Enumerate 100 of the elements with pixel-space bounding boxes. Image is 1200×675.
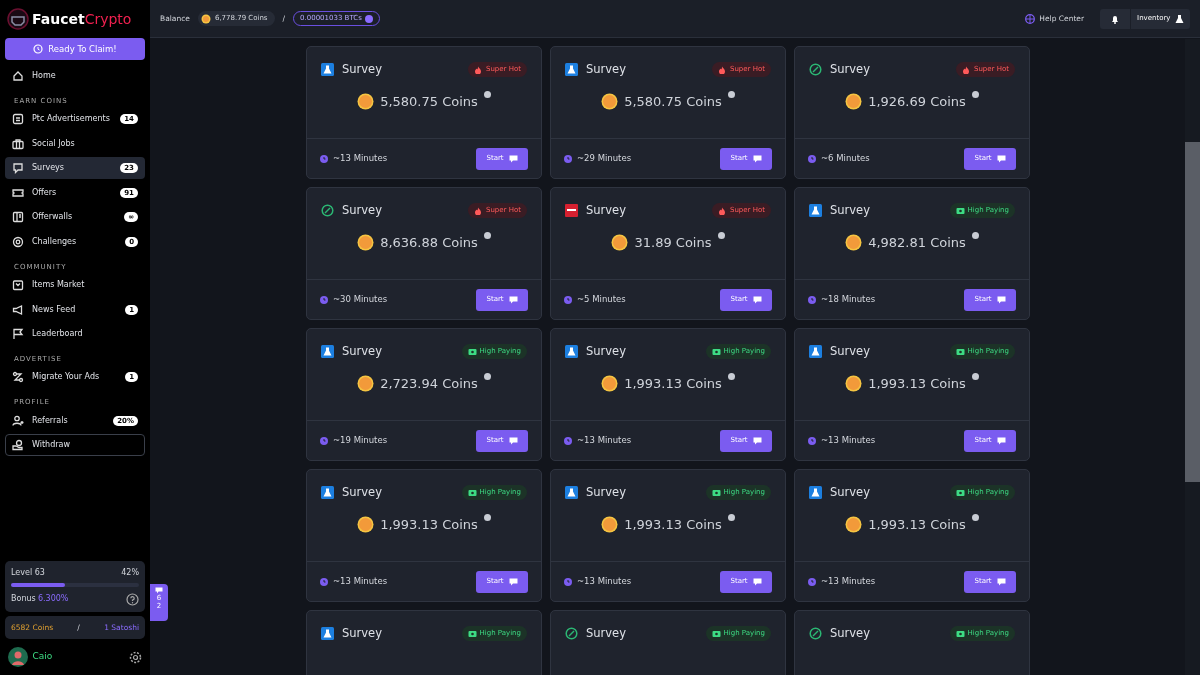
flask-icon xyxy=(565,486,578,499)
duration-text: ~13 Minutes xyxy=(577,575,632,588)
coin-icon xyxy=(601,516,619,533)
flask-icon xyxy=(321,627,334,640)
survey-title: Survey xyxy=(342,483,382,501)
flask-icon xyxy=(321,63,334,76)
duration-text: ~30 Minutes xyxy=(333,293,388,306)
survey-title: Survey xyxy=(586,624,626,642)
survey-title: Survey xyxy=(830,342,870,360)
level-label: Level 63 xyxy=(11,566,45,579)
sidebar-item[interactable]: Items Market xyxy=(5,274,145,297)
circle-slash-icon xyxy=(565,627,578,640)
claim-button[interactable]: Ready To Claim! xyxy=(5,38,145,60)
chat-icon xyxy=(508,295,518,304)
banknote-icon xyxy=(955,629,965,638)
chat-icon xyxy=(508,436,518,445)
survey-title: Survey xyxy=(342,201,382,219)
flame-icon xyxy=(717,206,727,215)
coin-icon xyxy=(845,516,863,533)
banknote-icon xyxy=(467,488,477,497)
banknote-icon xyxy=(467,347,477,356)
ticket-icon xyxy=(12,186,24,199)
chat-icon xyxy=(508,577,518,586)
duration-text: ~13 Minutes xyxy=(821,434,876,447)
coin-amount: 1,993.13 Coins xyxy=(624,515,722,534)
chat-icon xyxy=(996,295,1006,304)
flask-icon xyxy=(809,486,822,499)
clock-icon xyxy=(320,295,328,304)
clock-icon xyxy=(320,436,328,445)
chat-icon xyxy=(996,436,1006,445)
coin-icon xyxy=(601,375,619,392)
flask-icon xyxy=(1175,13,1184,24)
chat-icon xyxy=(752,436,762,445)
flask-icon xyxy=(321,345,334,358)
survey-title: Survey xyxy=(830,201,870,219)
coin-amount: 5,580.75 Coins xyxy=(624,92,722,111)
survey-title: Survey xyxy=(586,342,626,360)
provider-logo-icon xyxy=(565,204,578,217)
coin-amount: 2,723.94 Coins xyxy=(380,374,478,393)
avatar-icon xyxy=(8,647,28,667)
megaphone-icon xyxy=(12,303,24,316)
hand-coin-icon xyxy=(12,439,24,452)
coin-icon xyxy=(611,234,629,251)
flame-icon xyxy=(473,65,483,74)
target-icon xyxy=(12,236,24,249)
coin-icon xyxy=(601,93,619,110)
coin-amount: 1,993.13 Coins xyxy=(624,374,722,393)
flask-icon xyxy=(321,486,334,499)
circle-slash-icon xyxy=(809,627,822,640)
coin-amount: 4,982.81 Coins xyxy=(868,233,966,252)
survey-title: Survey xyxy=(586,60,626,78)
duration-text: ~13 Minutes xyxy=(333,152,388,165)
coin-icon xyxy=(845,375,863,392)
duration-text: ~13 Minutes xyxy=(333,575,388,588)
duration-text: ~5 Minutes xyxy=(577,293,626,306)
globe-icon xyxy=(1024,13,1035,24)
coin-amount: 8,636.88 Coins xyxy=(380,233,478,252)
flask-icon xyxy=(565,63,578,76)
coin-icon xyxy=(845,234,863,251)
circle-slash-icon xyxy=(809,63,822,76)
user-plus-icon xyxy=(12,414,24,427)
coin-amount: 1,993.13 Coins xyxy=(868,515,966,534)
logo-icon xyxy=(7,8,29,30)
list-icon xyxy=(12,113,24,126)
banknote-icon xyxy=(955,206,965,215)
clock-icon xyxy=(808,154,816,163)
coin-icon xyxy=(845,93,863,110)
banknote-icon xyxy=(467,629,477,638)
clock-icon xyxy=(564,154,572,163)
coin-icon xyxy=(357,234,375,251)
settings-icon[interactable] xyxy=(129,650,142,664)
survey-title: Survey xyxy=(342,342,382,360)
banknote-icon xyxy=(711,629,721,638)
clock-icon xyxy=(320,577,328,586)
survey-title: Survey xyxy=(342,60,382,78)
sidebar-item[interactable]: Social Jobs xyxy=(5,132,145,155)
flask-icon xyxy=(809,345,822,358)
clock-icon xyxy=(808,295,816,304)
flame-icon xyxy=(717,65,727,74)
coin-icon xyxy=(357,516,375,533)
survey-title: Survey xyxy=(830,60,870,78)
chat-icon xyxy=(752,154,762,163)
circle-slash-icon xyxy=(321,204,334,217)
chat-icon xyxy=(508,154,518,163)
sidebar-item[interactable]: Leaderboard xyxy=(5,323,145,346)
flame-icon xyxy=(961,65,971,74)
chat-icon xyxy=(752,295,762,304)
banknote-icon xyxy=(955,488,965,497)
flask-icon xyxy=(809,204,822,217)
clock-icon xyxy=(564,577,572,586)
duration-text: ~6 Minutes xyxy=(821,152,870,165)
flask-icon xyxy=(565,345,578,358)
duration-text: ~29 Minutes xyxy=(577,152,632,165)
bonus-label: Bonus xyxy=(11,593,36,606)
sidebar-item[interactable]: Home xyxy=(5,65,145,87)
clock-icon xyxy=(320,154,328,163)
level-percent: 42% xyxy=(121,566,139,579)
sidebar-item[interactable]: Withdraw xyxy=(5,434,145,457)
notifications-button[interactable] xyxy=(1100,8,1131,29)
scrollbar-thumb[interactable] xyxy=(1185,142,1200,482)
